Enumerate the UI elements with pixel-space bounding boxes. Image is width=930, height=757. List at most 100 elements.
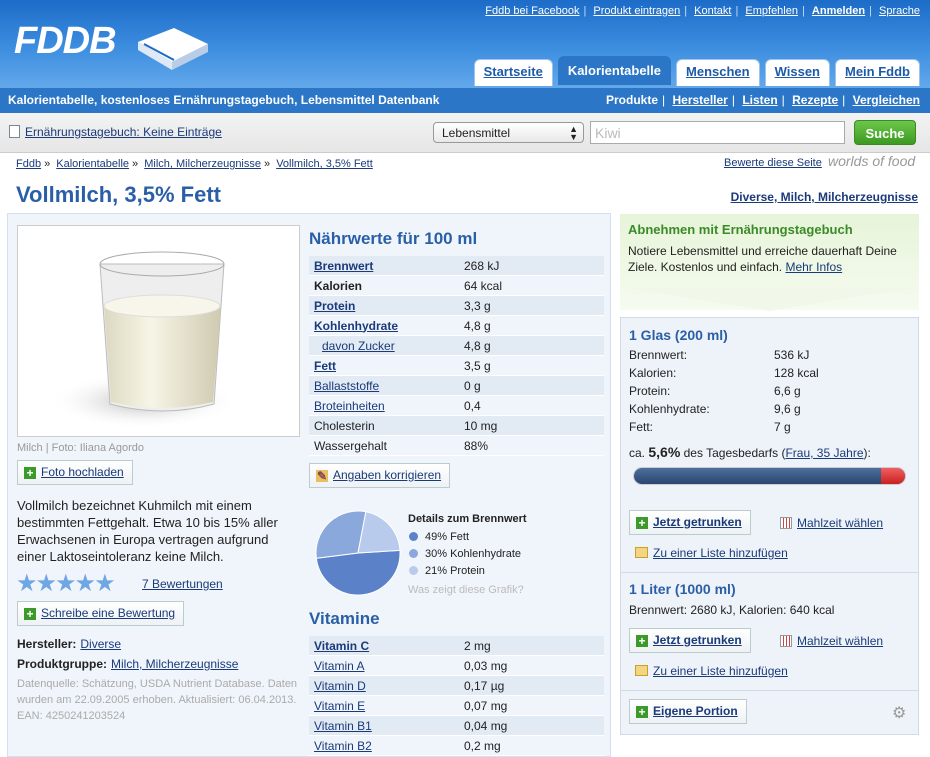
topnav-contact[interactable]: Kontakt [694, 5, 731, 17]
subnav-listen[interactable]: Listen [742, 93, 777, 107]
photo-caption: Milch | Foto: Iliana Agordo [17, 442, 144, 454]
breadcrumb: Fddb» Kalorientabelle» Milch, Milcherzeu… [16, 158, 373, 170]
subnav-produkte[interactable]: Produkte [606, 93, 658, 107]
tab-wissen[interactable]: Wissen [764, 59, 830, 86]
upload-photo-button[interactable]: + Foto hochladen [17, 460, 133, 485]
main-tabs: Startseite Kalorientabelle Menschen Wiss… [473, 56, 920, 86]
diary-link[interactable]: Ernährungstagebuch: Keine Einträge [25, 125, 222, 139]
nutrient-value: 88% [464, 438, 489, 453]
breadcrumb-kalorientabelle[interactable]: Kalorientabelle [56, 158, 129, 170]
choose-meal-link[interactable]: Mahlzeit wählen [780, 516, 883, 530]
breadcrumb-fddb[interactable]: Fddb [16, 158, 41, 170]
nutrient-value: 3,5 g [464, 358, 491, 373]
subnav-rezepte[interactable]: Rezepte [792, 93, 838, 107]
daily-need-profile-link[interactable]: Frau, 35 Jahre [785, 446, 863, 460]
worlds-of-food-logo[interactable]: worlds of food [828, 153, 915, 169]
serving2-summary: Brennwert: 2680 kJ, Kalorien: 640 kcal [629, 603, 835, 617]
nutrient-name[interactable]: Fett [309, 359, 464, 373]
manufacturer-link[interactable]: Diverse [80, 637, 121, 651]
subnav-hersteller[interactable]: Hersteller [672, 93, 727, 107]
nutrient-name[interactable]: Broteinheiten [309, 399, 464, 413]
choose-meal-link[interactable]: Mahlzeit wählen [780, 634, 883, 648]
serving2-title: 1 Liter (1000 ml) [629, 581, 736, 597]
vitamin-name[interactable]: Vitamin C [309, 639, 464, 653]
vitamin-value: 0,03 mg [464, 658, 508, 673]
topnav-login[interactable]: Anmelden [812, 5, 865, 17]
category-link[interactable]: Diverse, Milch, Milcherzeugnisse [731, 190, 918, 204]
fddb-logo[interactable]: FDDB [14, 20, 117, 63]
divider [621, 690, 918, 691]
plus-icon: + [636, 706, 648, 718]
gear-icon[interactable]: ⚙ [892, 703, 906, 723]
chart-help-link[interactable]: Was zeigt diese Grafik? [408, 584, 524, 596]
daily-need-prefix: ca. [629, 446, 646, 460]
vitamin-value: 0,07 mg [464, 698, 508, 713]
correct-data-button[interactable]: ✎ Angaben korrigieren [309, 463, 451, 488]
reviews-link[interactable]: 7 Bewertungen [142, 577, 223, 591]
product-photo[interactable] [17, 225, 300, 437]
topnav-language[interactable]: Sprache [879, 5, 920, 17]
sub-navigation: Produkte | Hersteller | Listen | Rezepte | V… [606, 93, 920, 107]
topnav-add-product[interactable]: Produkt eintragen [593, 5, 680, 17]
vitamin-name[interactable]: Vitamin B1 [309, 719, 464, 733]
tab-mein-fddb[interactable]: Mein Fddb [835, 59, 920, 86]
nutrient-value: 268 kJ [464, 258, 500, 273]
milk-glass-image [48, 251, 238, 429]
category-select[interactable]: Lebensmittel ▲ ▼ [433, 122, 584, 143]
legend-item: 21% Protein [409, 565, 485, 577]
topnav-recommend[interactable]: Empfehlen [745, 5, 798, 17]
promo-more-link[interactable]: Mehr Infos [785, 260, 842, 274]
vitamin-name[interactable]: Vitamin B2 [309, 739, 464, 753]
serving1-title: 1 Glas (200 ml) [629, 327, 728, 343]
write-review-button[interactable]: + Schreibe eine Bewertung [17, 601, 185, 626]
rating-stars-icon[interactable]: ★★★★★ [16, 572, 116, 596]
site-header: FDDB Fddb bei Facebook | Produkt eintrage… [0, 0, 930, 88]
legend-item: 30% Kohlenhydrate [409, 548, 521, 560]
tab-menschen[interactable]: Menschen [676, 59, 760, 86]
legend-label: 49% Fett [425, 531, 470, 543]
rate-page-link[interactable]: Bewerte diese Seite [724, 157, 822, 169]
subnav-vergleichen[interactable]: Vergleichen [853, 93, 920, 107]
topnav-facebook[interactable]: Fddb bei Facebook [485, 5, 579, 17]
breadcrumb-current[interactable]: Vollmilch, 3,5% Fett [276, 158, 373, 170]
tab-startseite[interactable]: Startseite [473, 59, 553, 86]
nutrient-name[interactable]: davon Zucker [309, 339, 464, 353]
promo-arrow [620, 287, 919, 311]
daily-need-percent: 5,6% [648, 444, 681, 460]
pie-title: Details zum Brennwert [408, 513, 527, 525]
add-to-list-link[interactable]: Zu einer Liste hinzufügen [635, 546, 788, 560]
own-portion-button[interactable]: + Eigene Portion [629, 699, 747, 724]
vitamin-value: 2 mg [464, 638, 491, 653]
serving-value: 128 kcal [774, 366, 819, 380]
nutrient-value: 3,3 g [464, 298, 491, 313]
nutrient-name[interactable]: Kohlenhydrate [309, 319, 464, 333]
legend-label: 30% Kohlenhydrate [425, 548, 522, 560]
nutrient-value: 10 mg [464, 418, 498, 433]
serving1-row: Kalorien: 128 kcal [629, 366, 819, 380]
drink-now-button[interactable]: + Jetzt getrunken [629, 510, 751, 535]
legend-dot-icon [409, 532, 418, 541]
vitamin-value: 0,2 mg [464, 738, 501, 753]
product-group-label: Produktgruppe: [17, 657, 107, 671]
breadcrumb-category[interactable]: Milch, Milcherzeugnisse [144, 158, 261, 170]
nutrient-name[interactable]: Ballaststoffe [309, 379, 464, 393]
drink-now-button[interactable]: + Jetzt getrunken [629, 628, 751, 653]
nutrient-value: 4,8 g [464, 318, 491, 333]
diary-icon [9, 125, 20, 138]
serving-value: 7 g [774, 420, 791, 434]
product-group-link[interactable]: Milch, Milcherzeugnisse [111, 657, 238, 671]
tab-kalorientabelle[interactable]: Kalorientabelle [557, 56, 672, 85]
vitamin-name[interactable]: Vitamin E [309, 699, 464, 713]
search-input[interactable]: Kiwi [590, 121, 845, 144]
search-button[interactable]: Suche [854, 120, 916, 145]
tagline: Kalorientabelle, kostenloses Ernährungst… [8, 93, 440, 107]
vitamin-name[interactable]: Vitamin A [309, 659, 464, 673]
nutrient-name[interactable]: Protein [309, 299, 464, 313]
nutrient-name[interactable]: Brennwert [309, 259, 464, 273]
table-row: Vitamin E 0,07 mg [309, 696, 604, 716]
vitamin-name[interactable]: Vitamin D [309, 679, 464, 693]
add-to-list-link[interactable]: Zu einer Liste hinzufügen [635, 664, 788, 678]
add-to-list-label: Zu einer Liste hinzufügen [653, 546, 788, 560]
list-icon [635, 547, 648, 558]
promo-text: Notiere Lebensmittel und erreiche dauerh… [628, 243, 913, 275]
